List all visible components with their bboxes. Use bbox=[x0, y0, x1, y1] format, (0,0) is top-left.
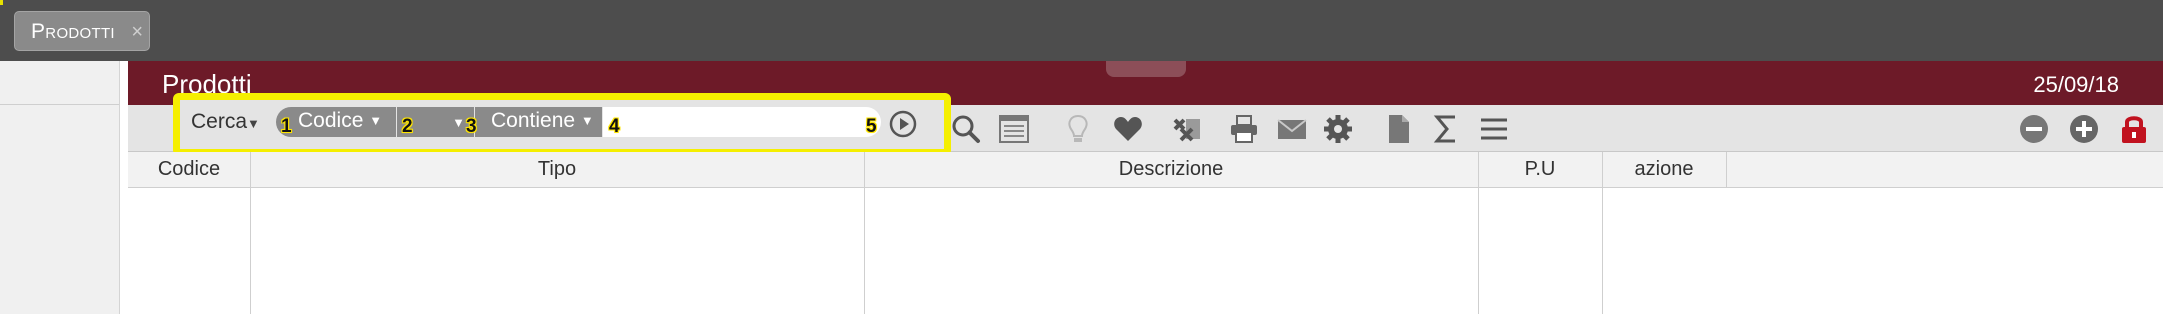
gear-icon[interactable] bbox=[1322, 113, 1354, 145]
panel-drag-handle[interactable] bbox=[1106, 61, 1186, 77]
field-label: Codice bbox=[298, 109, 364, 132]
column-divider bbox=[864, 152, 865, 314]
toolbar: Cerca▼ Codice ▼ ▼ Contiene ▼ 1 2 3 4 5 bbox=[128, 93, 2163, 156]
page-date: 25/09/18 bbox=[2033, 72, 2119, 97]
tab-close-icon[interactable]: × bbox=[131, 21, 143, 44]
annotation-3: 3 bbox=[466, 116, 477, 137]
column-divider bbox=[1602, 152, 1603, 314]
column-divider bbox=[1726, 152, 1727, 188]
annotation-1: 1 bbox=[281, 116, 292, 137]
tab-prodotti[interactable]: Prodotti × bbox=[14, 11, 150, 51]
column-divider bbox=[250, 152, 251, 314]
add-icon[interactable] bbox=[2068, 113, 2100, 145]
remove-icon[interactable] bbox=[2018, 113, 2050, 145]
column-header-descrizione[interactable]: Descrizione bbox=[864, 152, 1478, 188]
table-body bbox=[128, 188, 2163, 314]
annotation-4: 4 bbox=[609, 116, 620, 137]
cerca-label: Cerca bbox=[191, 110, 248, 133]
search-bar-highlight: Cerca▼ Codice ▼ ▼ Contiene ▼ 1 2 3 4 5 bbox=[173, 93, 951, 156]
list-view-icon[interactable] bbox=[998, 113, 1030, 145]
cerca-dropdown[interactable]: Cerca▼ bbox=[191, 110, 260, 134]
main-content: Prodotti 25/09/18 Cerca▼ Codice ▼ ▼ Cont… bbox=[128, 61, 2163, 314]
mail-icon[interactable] bbox=[1276, 113, 1308, 145]
tab-label: Prodotti bbox=[31, 20, 115, 43]
excel-icon[interactable] bbox=[1172, 113, 1204, 145]
print-icon[interactable] bbox=[1228, 113, 1260, 145]
lightbulb-icon[interactable] bbox=[1062, 113, 1094, 145]
operator-dropdown[interactable]: Contiene ▼ bbox=[475, 107, 602, 137]
annotation-2: 2 bbox=[402, 116, 413, 137]
annotation-5: 5 bbox=[866, 116, 877, 137]
chevron-down-icon: ▼ bbox=[580, 113, 594, 128]
column-divider bbox=[1478, 152, 1479, 314]
lock-icon[interactable] bbox=[2118, 113, 2150, 145]
chevron-down-icon: ▼ bbox=[247, 116, 260, 131]
menu-icon[interactable] bbox=[1478, 113, 1510, 145]
heart-icon[interactable] bbox=[1112, 113, 1144, 145]
corner-marker bbox=[0, 0, 3, 5]
operator-label: Contiene bbox=[491, 109, 576, 132]
column-header-pu[interactable]: P.U bbox=[1478, 152, 1602, 188]
chevron-down-icon: ▼ bbox=[452, 115, 465, 130]
document-icon[interactable] bbox=[1382, 113, 1414, 145]
sigma-icon[interactable] bbox=[1430, 113, 1462, 145]
column-header-azione[interactable]: azione bbox=[1602, 152, 1726, 188]
column-header-empty bbox=[1726, 152, 2163, 188]
search-input[interactable] bbox=[603, 107, 881, 137]
search-icon[interactable] bbox=[950, 113, 982, 145]
products-table: Codice Tipo Descrizione P.U azione bbox=[128, 152, 2163, 314]
field-dropdown[interactable]: Codice ▼ bbox=[276, 107, 396, 137]
play-search-icon[interactable] bbox=[889, 110, 917, 138]
tab-strip: Prodotti × bbox=[0, 0, 2163, 61]
column-header-codice[interactable]: Codice bbox=[128, 152, 250, 188]
left-panel bbox=[0, 61, 120, 314]
left-panel-divider bbox=[0, 104, 119, 105]
chevron-down-icon: ▼ bbox=[369, 113, 383, 128]
column-header-tipo[interactable]: Tipo bbox=[250, 152, 864, 188]
